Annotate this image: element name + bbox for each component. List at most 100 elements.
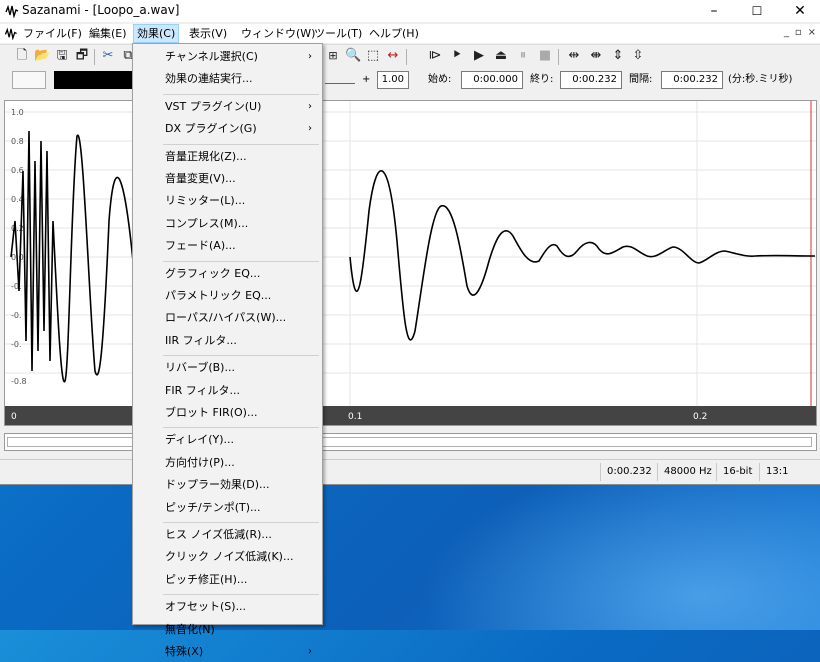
status-position: 0:00.232 [600, 463, 658, 481]
toolbar-separator [406, 49, 407, 65]
expand-horizontal-icon[interactable]: ⇹ [566, 48, 582, 64]
end-label: 終り: [530, 74, 554, 85]
effects-menu-item[interactable]: フェード(A)... [133, 236, 322, 256]
effects-menu-item[interactable]: ピッチ修正(H)... [133, 570, 322, 590]
stop-icon[interactable]: ■ [537, 48, 553, 64]
mdi-restore-icon[interactable]: ▫ [795, 27, 802, 38]
new-file-icon[interactable]: 🗋 [14, 48, 30, 64]
effects-menu-item[interactable]: 音量正規化(Z)... [133, 147, 322, 167]
select-mode-icon[interactable]: ⬚ [365, 48, 381, 64]
menu-item-label: ピッチ修正(H)... [165, 572, 248, 586]
status-sample-rate: 48000 Hz [657, 463, 718, 481]
menu-item-label: ディレイ(Y)... [165, 433, 235, 447]
submenu-arrow-icon: › [308, 123, 312, 135]
menu-edit[interactable]: 編集(E) [86, 25, 130, 42]
play-icon[interactable]: ▶ [471, 48, 487, 64]
effects-menu-item[interactable]: リバーブ(B)... [133, 358, 322, 378]
start-label: 始め: [428, 74, 452, 85]
mdi-close-icon[interactable]: × [808, 27, 816, 38]
effects-menu-item[interactable]: 特殊(X) › [133, 642, 322, 662]
menu-tools[interactable]: ツール(T) [311, 25, 365, 42]
zoom-value-field[interactable]: 1.00 [377, 71, 409, 89]
menu-item-label: IIR フィルタ... [165, 333, 237, 347]
menu-item-label: 効果の連結実行... [165, 72, 253, 86]
main-toolbar: 🗋 📂 🖫 🗗 ✂ ⧉ ⊞ 🔍 ⬚ ↔ ⧐ ⯈ ▶ ⏏ ⏸ ■ ⇹ ⇼ ⇕ ⇳ [0, 44, 820, 69]
shrink-vertical-icon[interactable]: ⇳ [630, 48, 646, 64]
menu-view[interactable]: 表示(V) [186, 25, 230, 42]
status-bit-depth: 16-bit [716, 463, 758, 481]
menu-item-label: グラフィック EQ... [165, 266, 261, 280]
minimize-button[interactable]: – [694, 0, 734, 22]
toolbar-separator [558, 49, 559, 65]
start-time-field[interactable]: 0:00.000 [461, 71, 523, 89]
mdi-minimize-icon[interactable]: _ [784, 27, 789, 38]
effects-menu-item[interactable]: ローパス/ハイパス(W)... [133, 308, 322, 328]
maximize-button[interactable]: ☐ [737, 0, 777, 22]
effects-menu-item[interactable]: VST プラグイン(U) › [133, 97, 322, 117]
cut-icon[interactable]: ✂ [100, 48, 116, 64]
y-label: -0.8 [11, 377, 27, 386]
effects-menu-item[interactable]: FIR フィルタ... [133, 381, 322, 401]
effects-menu-item[interactable]: ヒス ノイズ低減(R)... [133, 525, 322, 545]
effects-menu-item[interactable]: 効果の連結実行... [133, 69, 322, 89]
menu-item-label: ローパス/ハイパス(W)... [165, 311, 287, 325]
effects-menu-item[interactable]: ブロット FIR(O)... [133, 403, 322, 423]
menu-separator [163, 594, 319, 596]
effects-menu-item[interactable]: 方向付け(P)... [133, 453, 322, 473]
y-label: -0. [11, 311, 22, 320]
effects-menu-item[interactable]: IIR フィルタ... [133, 331, 322, 351]
close-button[interactable]: ✕ [780, 0, 820, 22]
properties-icon[interactable]: 🗗 [74, 48, 90, 64]
play-selection-icon[interactable]: ⯈ [449, 48, 465, 64]
menu-item-label: ドップラー効果(D)... [165, 478, 270, 492]
effects-menu-item[interactable]: リミッター(L)... [133, 191, 322, 211]
menu-item-label: ヒス ノイズ低減(R)... [165, 528, 272, 541]
menu-item-label: オフセット(S)... [165, 600, 247, 614]
fit-width-icon[interactable]: ↔ [385, 48, 401, 64]
snap-icon[interactable]: ⊞ [325, 48, 341, 64]
zoom-icon[interactable]: 🔍 [345, 48, 361, 64]
unit-label: (分:秒.ミリ秒) [728, 74, 793, 85]
effects-menu-item[interactable]: DX プラグイン(G) › [133, 119, 322, 139]
waveform-gridlines [5, 101, 816, 406]
loop-icon[interactable]: ⏏ [493, 48, 509, 64]
interval-time-field[interactable]: 0:00.232 [661, 71, 723, 89]
zoom-slider[interactable] [325, 83, 355, 84]
horizontal-scrollbar[interactable] [4, 433, 817, 451]
open-folder-icon[interactable]: 📂 [34, 48, 50, 64]
menu-item-label: リミッター(L)... [165, 194, 246, 208]
expand-vertical-icon[interactable]: ⇕ [610, 48, 626, 64]
effects-menu-item[interactable]: オフセット(S)... [133, 597, 322, 617]
waveform-svg: 1.0 0.8 0.6 0.4 0.2 0.0 -0. -0. -0. -0.8… [5, 101, 816, 425]
menu-separator [163, 260, 319, 262]
effects-menu-item[interactable]: ドップラー効果(D)... [133, 475, 322, 495]
pause-icon[interactable]: ⏸ [515, 48, 531, 64]
effects-menu-item[interactable]: ディレイ(Y)... [133, 430, 322, 450]
menu-bar: ファイル(F) 編集(E) 効果(C) 表示(V) ウィンドウ(W) ツール(T… [0, 24, 820, 43]
play-from-start-icon[interactable]: ⧐ [427, 48, 443, 64]
menu-separator [163, 427, 319, 429]
menu-help[interactable]: ヘルプ(H) [366, 25, 422, 42]
menu-item-label: 方向付け(P)... [165, 455, 235, 469]
effects-menu-item[interactable]: グラフィック EQ... [133, 264, 322, 284]
effects-menu-item[interactable]: チャンネル選択(C) › [133, 47, 322, 67]
desktop-background [420, 460, 820, 630]
menu-file[interactable]: ファイル(F) [20, 25, 85, 42]
waveform-view[interactable]: 1.0 0.8 0.6 0.4 0.2 0.0 -0. -0. -0. -0.8… [4, 100, 817, 426]
menu-window[interactable]: ウィンドウ(W) [238, 25, 318, 42]
shrink-horizontal-icon[interactable]: ⇼ [588, 48, 604, 64]
effects-menu-item[interactable]: ピッチ/テンポ(T)... [133, 498, 322, 518]
effects-menu-item[interactable]: コンプレス(M)... [133, 214, 322, 234]
effects-menu-item[interactable]: パラメトリック EQ... [133, 286, 322, 306]
menu-item-label: ブロット FIR(O)... [165, 406, 258, 419]
effects-menu-item[interactable]: クリック ノイズ低減(K)... [133, 547, 322, 567]
submenu-arrow-icon: › [308, 100, 312, 112]
effects-menu-item[interactable]: 音量変更(V)... [133, 169, 322, 189]
save-icon[interactable]: 🖫 [54, 48, 70, 64]
scrollbar-thumb[interactable] [7, 437, 812, 447]
menu-item-label: パラメトリック EQ... [165, 289, 272, 302]
menu-item-label: FIR フィルタ... [165, 383, 240, 397]
app-icon [5, 4, 19, 18]
end-time-field[interactable]: 0:00.232 [560, 71, 622, 89]
menu-effects[interactable]: 効果(C) [133, 24, 180, 43]
